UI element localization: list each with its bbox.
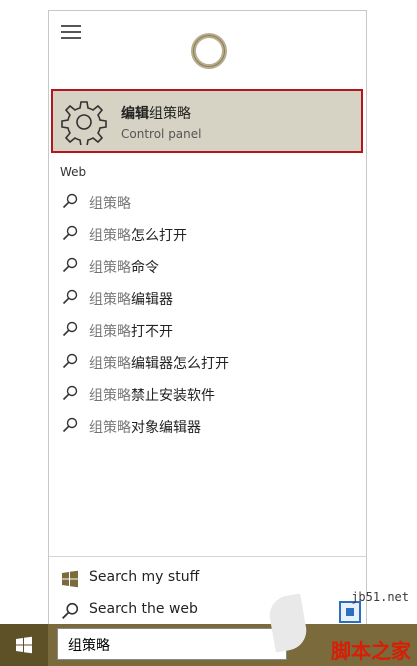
search-icon — [62, 193, 78, 209]
best-match-subtitle: Control panel — [121, 127, 202, 141]
web-suggestions-list: 组策略 组策略怎么打开 组策略命令 组策略编辑器 组策略打不开 组策略编辑器怎么… — [49, 185, 366, 441]
web-suggestion-text: 组策略怎么打开 — [89, 228, 187, 244]
search-icon — [62, 321, 78, 337]
web-suggestion-text: 组策略对象编辑器 — [89, 420, 201, 436]
start-button[interactable] — [0, 624, 48, 666]
web-suggestion-item[interactable]: 组策略命令 — [49, 249, 366, 281]
search-icon — [62, 289, 78, 305]
start-search-panel: 编辑组策略 Control panel Web 组策略 组策略怎么打开 组策略命… — [48, 10, 367, 624]
square-icon — [339, 601, 361, 623]
web-suggestion-text: 组策略命令 — [89, 260, 159, 276]
web-suggestion-text: 组策略编辑器 — [89, 292, 173, 308]
cortana-icon[interactable] — [191, 33, 227, 69]
search-icon — [62, 225, 78, 241]
search-my-stuff-label: Search my stuff — [89, 569, 200, 585]
search-the-web-button[interactable]: Search the web — [49, 594, 366, 626]
gear-icon — [61, 101, 107, 145]
taskbar-search-input[interactable] — [66, 630, 270, 660]
web-suggestion-item[interactable]: 组策略编辑器 — [49, 281, 366, 313]
best-match-title: 编辑组策略 — [121, 106, 191, 122]
best-match-result[interactable]: 编辑组策略 Control panel — [51, 89, 363, 153]
web-suggestion-item[interactable]: 组策略对象编辑器 — [49, 409, 366, 441]
web-section-label: Web — [60, 165, 87, 179]
taskbar-search-box[interactable] — [57, 628, 287, 660]
web-suggestion-item[interactable]: 组策略 — [49, 185, 366, 217]
search-icon — [62, 417, 78, 433]
web-suggestion-text: 组策略 — [89, 196, 131, 212]
web-suggestion-text: 组策略编辑器怎么打开 — [89, 356, 229, 372]
web-suggestion-item[interactable]: 组策略禁止安装软件 — [49, 377, 366, 409]
search-my-stuff-button[interactable]: Search my stuff — [49, 562, 366, 594]
web-suggestion-item[interactable]: 组策略怎么打开 — [49, 217, 366, 249]
search-icon — [62, 257, 78, 273]
search-icon — [62, 602, 79, 619]
divider — [49, 556, 366, 557]
web-suggestion-text: 组策略打不开 — [89, 324, 173, 340]
taskbar — [0, 624, 417, 666]
windows-logo-icon — [16, 636, 32, 654]
web-suggestion-item[interactable]: 组策略编辑器怎么打开 — [49, 345, 366, 377]
web-suggestion-item[interactable]: 组策略打不开 — [49, 313, 366, 345]
search-icon — [62, 385, 78, 401]
web-suggestion-text: 组策略禁止安装软件 — [89, 388, 215, 404]
windows-logo-icon — [62, 570, 78, 588]
search-icon — [62, 353, 78, 369]
search-the-web-label: Search the web — [89, 601, 198, 617]
hamburger-menu-icon[interactable] — [61, 25, 81, 39]
